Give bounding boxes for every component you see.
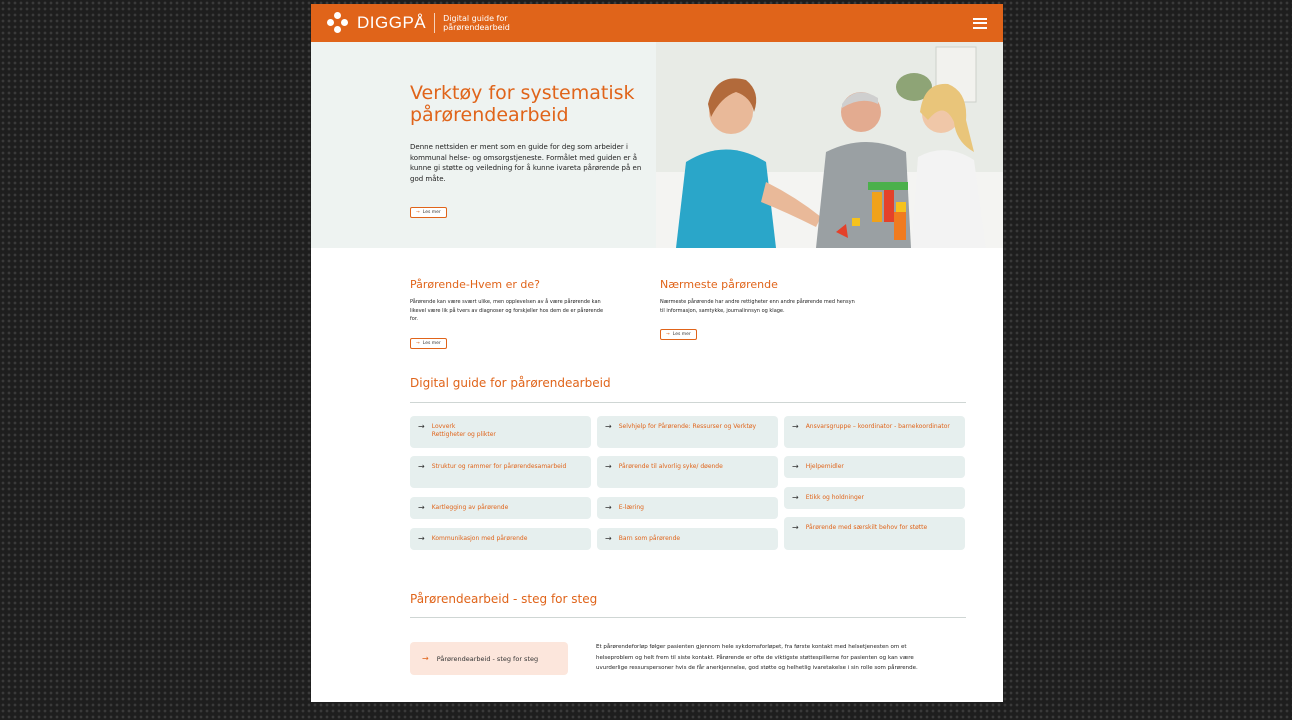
hero-photo-illustration — [656, 42, 1003, 248]
web-page: DIGGPÅ Digital guide for pårørendearbeid… — [311, 4, 1003, 702]
arrow-right-icon: → — [792, 422, 799, 431]
guide-link-label: E-læring — [618, 504, 644, 511]
guide-link-struktur[interactable]: → Struktur og rammer for pårørendesamarb… — [410, 456, 591, 488]
arrow-right-icon: → — [605, 462, 612, 471]
arrow-right-icon: → — [418, 503, 425, 512]
guide-section-title: Digital guide for pårørendearbeid — [410, 376, 611, 390]
arrow-right-icon: → — [422, 654, 429, 663]
hero-section: Verktøy for systematisk pårørendearbeid … — [311, 42, 1003, 248]
arrow-right-icon: → — [605, 503, 612, 512]
steps-description: Et pårørendeforløp følger pasienten gjen… — [596, 644, 918, 671]
info-section: Pårørende-Hvem er de? Pårørende kan være… — [311, 248, 1003, 349]
hero-photo — [656, 42, 1003, 248]
guide-link-alvorlig-syke[interactable]: → Pårørende til alvorlig syke/ døende — [597, 456, 778, 488]
info-title: Nærmeste pårørende — [660, 278, 778, 291]
guide-link-kartlegging[interactable]: → Kartlegging av pårørende — [410, 497, 591, 519]
button-label: Les mer — [422, 210, 441, 215]
guide-link-label: Lovverk Rettigheter og plikter — [431, 423, 496, 438]
read-more-button[interactable]: → Les mer — [410, 337, 447, 349]
guide-link-barn[interactable]: → Barn som pårørende — [597, 528, 778, 550]
arrow-right-icon: → — [416, 210, 420, 215]
info-text: Pårørende kan være svært ulike, men oppl… — [410, 299, 604, 322]
logo-tagline: Digital guide for pårørendearbeid — [443, 14, 510, 32]
arrow-right-icon: → — [792, 523, 799, 532]
guide-link-label: Kommunikasjon med pårørende — [431, 535, 528, 542]
guide-link-label: Struktur og rammer for pårørendesamarbei… — [431, 463, 567, 470]
arrow-right-icon: → — [418, 462, 425, 471]
button-label: Pårørendearbeid - steg for steg — [436, 654, 539, 663]
section-divider — [410, 402, 966, 403]
steps-button[interactable]: → Pårørendearbeid - steg for steg — [410, 642, 568, 675]
guide-link-label: Pårørende med særskilt behov for støtte — [805, 524, 928, 531]
hamburger-menu-icon[interactable] — [973, 17, 987, 29]
hero-read-more-button[interactable]: → Les mer — [410, 207, 447, 218]
arrow-right-icon: → — [666, 332, 670, 337]
guide-link-label: Etikk og holdninger — [805, 494, 864, 501]
hero-description: Denne nettsiden er ment som en guide for… — [410, 143, 642, 183]
button-label: Les mer — [422, 340, 441, 346]
arrow-right-icon: → — [792, 493, 799, 502]
read-more-button[interactable]: → Les mer — [660, 329, 697, 340]
steps-section-title: Pårørendearbeid - steg for steg — [410, 592, 598, 606]
arrow-right-icon: → — [605, 422, 612, 431]
arrow-right-icon: → — [418, 422, 425, 431]
diggpa-logo-icon[interactable] — [327, 12, 349, 34]
guide-link-label: Barn som pårørende — [618, 535, 681, 542]
guide-link-selvhjelp[interactable]: → Selvhjelp for Pårørende: Ressurser og … — [597, 416, 778, 448]
info-card-who: Pårørende-Hvem er de? Pårørende kan være… — [410, 278, 660, 349]
top-navigation-bar: DIGGPÅ Digital guide for pårørendearbeid — [311, 4, 1003, 42]
guide-link-lovverk[interactable]: → Lovverk Rettigheter og plikter — [410, 416, 591, 448]
logo-divider — [434, 13, 436, 33]
guide-link-hjelpemidler[interactable]: → Hjelpemidler — [784, 456, 965, 478]
guide-link-e-laering[interactable]: → E-læring — [597, 497, 778, 519]
guide-link-etikk[interactable]: → Etikk og holdninger — [784, 487, 965, 509]
guide-link-label: Ansvarsgruppe – koordinator - barnekoord… — [805, 423, 950, 430]
guide-link-label: Selvhjelp for Pårørende: Ressurser og Ve… — [618, 423, 757, 430]
section-divider — [410, 617, 966, 618]
guide-link-ansvarsgruppe[interactable]: → Ansvarsgruppe – koordinator - barnekoo… — [784, 416, 965, 448]
arrow-right-icon: → — [418, 534, 425, 543]
hero-text-panel: Verktøy for systematisk pårørendearbeid … — [311, 42, 656, 248]
info-card-nearest: Nærmeste pårørende Nærmeste pårørende ha… — [660, 278, 910, 348]
info-text: Nærmeste pårørende har andre rettigheter… — [660, 299, 855, 314]
guide-link-label: Pårørende til alvorlig syke/ døende — [618, 463, 723, 470]
guide-link-saerskilt-behov[interactable]: → Pårørende med særskilt behov for støtt… — [784, 517, 965, 550]
arrow-right-icon: → — [416, 340, 420, 346]
guide-link-label: Kartlegging av pårørende — [431, 504, 509, 511]
guide-link-kommunikasjon[interactable]: → Kommunikasjon med pårørende — [410, 528, 591, 550]
logo-text[interactable]: DIGGPÅ — [357, 13, 426, 33]
arrow-right-icon: → — [605, 534, 612, 543]
info-title: Pårørende-Hvem er de? — [410, 278, 541, 291]
hero-title: Verktøy for systematisk pårørendearbeid — [410, 82, 635, 126]
button-label: Les mer — [672, 332, 691, 337]
guide-link-label: Hjelpemidler — [805, 463, 844, 470]
arrow-right-icon: → — [792, 462, 799, 471]
